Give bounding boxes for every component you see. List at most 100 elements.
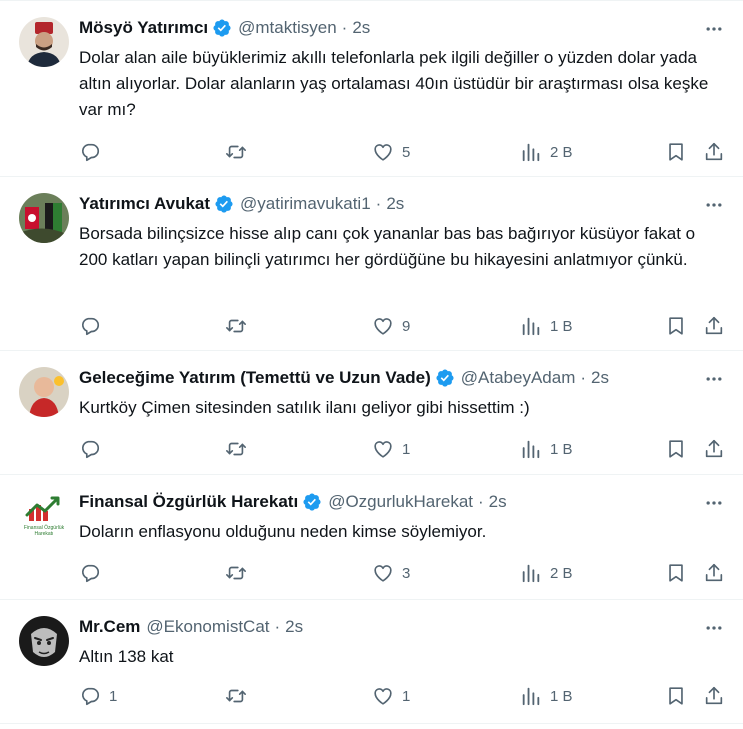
reply-button[interactable] bbox=[79, 561, 109, 585]
like-count: 5 bbox=[402, 143, 411, 161]
timestamp[interactable]: 2s bbox=[285, 616, 303, 638]
action-bar: 1 1 1 B bbox=[79, 684, 727, 708]
views-icon bbox=[522, 440, 540, 459]
avatar[interactable] bbox=[19, 17, 69, 67]
avatar-logo-text: Finansal Özgürlük bbox=[24, 524, 65, 531]
timestamp[interactable]: 2s bbox=[352, 17, 370, 39]
reply-icon bbox=[81, 317, 100, 336]
avatar[interactable] bbox=[19, 616, 69, 666]
tweet[interactable]: Yatırımcı Avukat @yatirimavukati1 · 2s B… bbox=[0, 177, 743, 351]
author-handle[interactable]: @OzgurlukHarekat bbox=[328, 491, 473, 513]
verified-badge-icon bbox=[303, 493, 321, 511]
tweet[interactable]: Mr.Cem @EkonomistCat · 2s Altın 138 kat … bbox=[0, 600, 743, 724]
more-icon[interactable] bbox=[703, 19, 725, 39]
retweet-button[interactable] bbox=[225, 561, 255, 585]
separator: · bbox=[375, 194, 382, 213]
retweet-button[interactable] bbox=[225, 314, 255, 338]
verified-badge-icon bbox=[215, 195, 233, 213]
author-handle[interactable]: @yatirimavukati1 bbox=[240, 193, 371, 215]
separator: · bbox=[341, 18, 348, 37]
views-count: 1 B bbox=[550, 317, 573, 335]
views-count: 1 B bbox=[550, 687, 573, 705]
share-button[interactable] bbox=[703, 140, 725, 164]
retweet-icon bbox=[226, 319, 246, 333]
share-button[interactable] bbox=[703, 314, 725, 338]
retweet-button[interactable] bbox=[225, 140, 255, 164]
author-handle[interactable]: @EkonomistCat bbox=[146, 616, 269, 638]
bookmark-button[interactable] bbox=[665, 314, 687, 338]
reply-button[interactable] bbox=[79, 140, 109, 164]
reply-button[interactable] bbox=[79, 314, 109, 338]
like-count: 3 bbox=[402, 564, 411, 582]
like-button[interactable]: 1 bbox=[372, 437, 410, 461]
share-icon bbox=[705, 142, 723, 161]
verified-badge-icon bbox=[436, 369, 454, 387]
author-name[interactable]: Mösyö Yatırımcı bbox=[79, 17, 208, 39]
retweet-button[interactable] bbox=[225, 437, 255, 461]
bookmark-button[interactable] bbox=[665, 140, 687, 164]
timestamp[interactable]: 2s bbox=[386, 193, 404, 215]
tweet-text: Doların enflasyonu olduğunu neden kimse … bbox=[79, 522, 487, 541]
separator: · bbox=[274, 617, 281, 636]
author-name[interactable]: Finansal Özgürlük Harekatı bbox=[79, 491, 298, 513]
separator: · bbox=[580, 368, 587, 387]
bookmark-icon bbox=[669, 687, 683, 705]
author-name[interactable]: Geleceğime Yatırım (Temettü ve Uzun Vade… bbox=[79, 367, 431, 389]
share-button[interactable] bbox=[703, 561, 725, 585]
bookmark-button[interactable] bbox=[665, 684, 687, 708]
views-button[interactable]: 1 B bbox=[520, 437, 573, 461]
retweet-icon bbox=[226, 442, 246, 456]
author-name[interactable]: Mr.Cem bbox=[79, 616, 140, 638]
reply-button[interactable]: 1 bbox=[79, 684, 117, 708]
like-button[interactable]: 9 bbox=[372, 314, 410, 338]
timestamp[interactable]: 2s bbox=[489, 491, 507, 513]
tweet[interactable]: Finansal Özgürlük Harekatı Finansal Özgü… bbox=[0, 475, 743, 600]
more-icon[interactable] bbox=[703, 195, 725, 215]
avatar-logo-text: Harekatı bbox=[35, 531, 54, 537]
views-button[interactable]: 1 B bbox=[520, 314, 573, 338]
share-button[interactable] bbox=[703, 684, 725, 708]
retweet-icon bbox=[226, 566, 246, 580]
share-button[interactable] bbox=[703, 437, 725, 461]
views-count: 2 B bbox=[550, 143, 573, 161]
views-button[interactable]: 2 B bbox=[520, 140, 573, 164]
author-handle[interactable]: @AtabeyAdam bbox=[461, 367, 576, 389]
bookmark-icon bbox=[669, 317, 683, 335]
like-button[interactable]: 5 bbox=[372, 140, 410, 164]
bookmark-button[interactable] bbox=[665, 561, 687, 585]
retweet-icon bbox=[226, 145, 246, 159]
tweet[interactable]: Mösyö Yatırımcı @mtaktisyen · 2s Dolar a… bbox=[0, 1, 743, 177]
more-icon[interactable] bbox=[703, 618, 725, 638]
more-icon[interactable] bbox=[703, 493, 725, 513]
views-count: 1 B bbox=[550, 440, 573, 458]
author-name[interactable]: Yatırımcı Avukat bbox=[79, 193, 210, 215]
timeline-feed: Mösyö Yatırımcı @mtaktisyen · 2s Dolar a… bbox=[0, 0, 743, 729]
avatar[interactable] bbox=[19, 367, 69, 417]
more-icon[interactable] bbox=[703, 369, 725, 389]
action-bar: 1 1 B bbox=[79, 437, 727, 461]
share-icon bbox=[705, 563, 723, 582]
views-button[interactable]: 2 B bbox=[520, 561, 573, 585]
reply-button[interactable] bbox=[79, 437, 109, 461]
avatar[interactable] bbox=[19, 193, 69, 243]
like-icon bbox=[374, 144, 392, 161]
bookmark-button[interactable] bbox=[665, 437, 687, 461]
like-button[interactable]: 1 bbox=[372, 684, 410, 708]
views-button[interactable]: 1 B bbox=[520, 684, 573, 708]
views-icon bbox=[522, 564, 540, 583]
tweet[interactable]: Geleceğime Yatırım (Temettü ve Uzun Vade… bbox=[0, 351, 743, 475]
reply-icon bbox=[81, 687, 100, 706]
share-icon bbox=[705, 439, 723, 458]
retweet-button[interactable] bbox=[225, 684, 255, 708]
retweet-icon bbox=[226, 689, 246, 703]
share-icon bbox=[705, 686, 723, 705]
tweet-text: Borsada bilinçsizce hisse alıp canı çok … bbox=[79, 224, 696, 269]
views-count: 2 B bbox=[550, 564, 573, 582]
avatar[interactable]: Finansal Özgürlük Harekatı bbox=[19, 491, 69, 541]
timestamp[interactable]: 2s bbox=[591, 367, 609, 389]
reply-icon bbox=[81, 564, 100, 583]
like-button[interactable]: 3 bbox=[372, 561, 410, 585]
action-bar: 9 1 B bbox=[79, 314, 727, 338]
verified-badge-icon bbox=[213, 19, 231, 37]
author-handle[interactable]: @mtaktisyen bbox=[238, 17, 337, 39]
